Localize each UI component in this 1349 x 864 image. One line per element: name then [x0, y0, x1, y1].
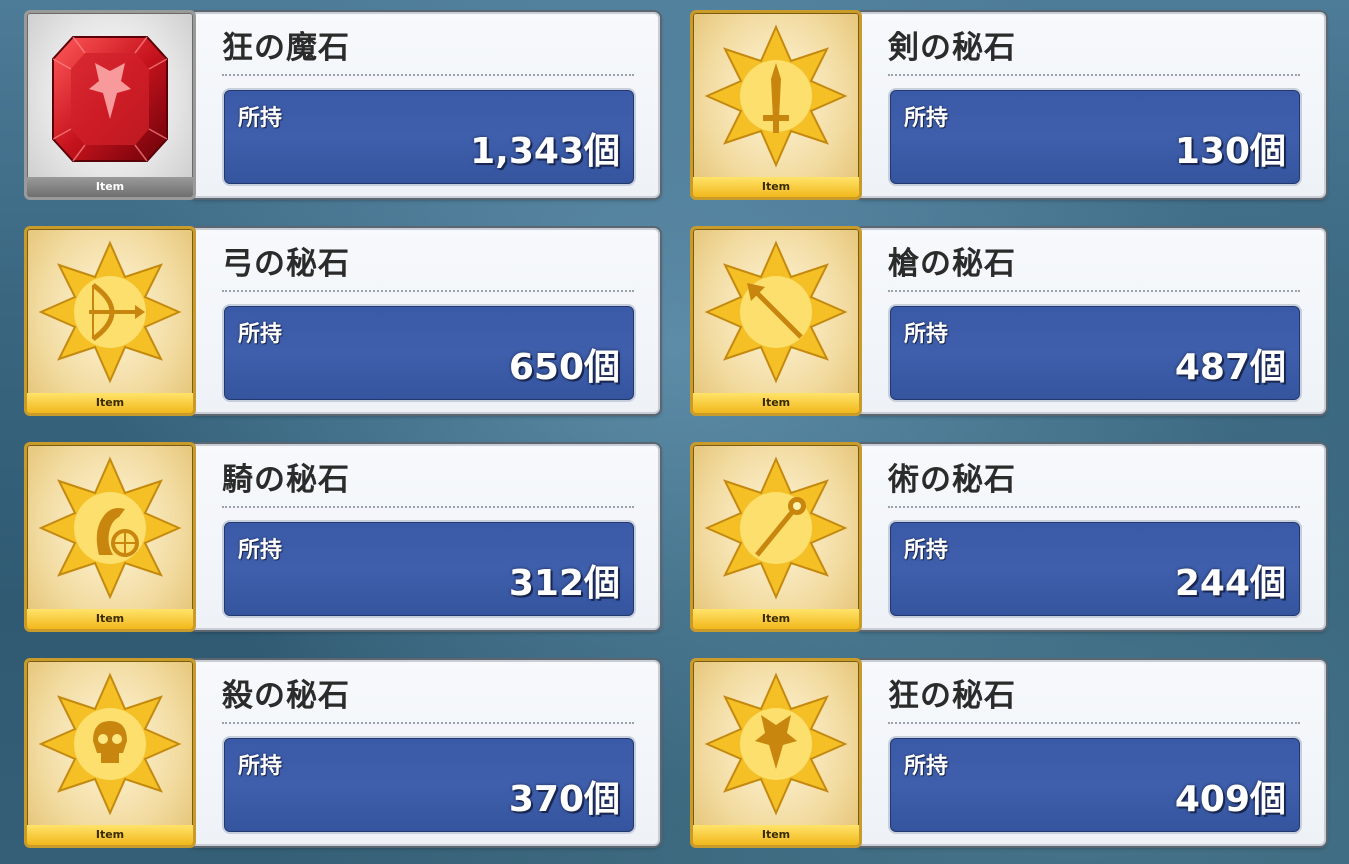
item-tag: Item — [693, 825, 859, 845]
owned-label: 所持 — [904, 754, 949, 779]
item-info-panel: 術の秘石 所持 244個 — [856, 444, 1326, 630]
item-name: 弓の秘石 — [222, 246, 350, 282]
item-icon-frame: Item — [690, 442, 862, 632]
rider-secret-gem-icon — [38, 456, 182, 600]
item-tag: Item — [27, 609, 193, 629]
item-count-box: 所持 650個 — [222, 304, 636, 402]
item-tag: Item — [27, 393, 193, 413]
divider — [888, 722, 1300, 724]
item-count-box: 所持 312個 — [222, 520, 636, 618]
item-name: 術の秘石 — [888, 462, 1016, 498]
owned-label: 所持 — [904, 538, 949, 563]
item-icon-frame: Item — [24, 658, 196, 848]
item-count-box: 所持 130個 — [888, 88, 1302, 186]
caster-secret-gem-icon — [704, 456, 848, 600]
lancer-secret-gem-icon — [704, 240, 848, 384]
saber-secret-gem-icon — [704, 24, 848, 168]
owned-label: 所持 — [238, 322, 283, 347]
item-name: 狂の魔石 — [222, 30, 350, 66]
owned-count: 130個 — [1174, 131, 1286, 172]
item-info-panel: 騎の秘石 所持 312個 — [190, 444, 660, 630]
owned-label: 所持 — [904, 322, 949, 347]
owned-label: 所持 — [904, 106, 949, 131]
owned-label: 所持 — [238, 538, 283, 563]
item-tag: Item — [693, 609, 859, 629]
item-count-box: 所持 1,343個 — [222, 88, 636, 186]
owned-count: 1,343個 — [470, 131, 620, 172]
owned-count: 650個 — [508, 347, 620, 388]
item-card[interactable]: Item 騎の秘石 所持 312個 — [24, 442, 664, 634]
item-info-panel: 槍の秘石 所持 487個 — [856, 228, 1326, 414]
item-info-panel: 狂の秘石 所持 409個 — [856, 660, 1326, 846]
item-list: Item 狂の魔石 所持 1,343個 Item 剣の秘石 所持 130個 It… — [0, 0, 1349, 864]
divider — [888, 74, 1300, 76]
divider — [888, 506, 1300, 508]
item-count-box: 所持 409個 — [888, 736, 1302, 834]
item-name: 狂の秘石 — [888, 678, 1016, 714]
owned-count: 244個 — [1174, 563, 1286, 604]
item-icon-frame: Item — [24, 226, 196, 416]
item-count-box: 所持 370個 — [222, 736, 636, 834]
item-card[interactable]: Item 弓の秘石 所持 650個 — [24, 226, 664, 418]
item-info-panel: 狂の魔石 所持 1,343個 — [190, 12, 660, 198]
assassin-secret-gem-icon — [38, 672, 182, 816]
divider — [222, 722, 634, 724]
item-name: 騎の秘石 — [222, 462, 350, 498]
owned-count: 312個 — [508, 563, 620, 604]
item-name: 剣の秘石 — [888, 30, 1016, 66]
item-icon-frame: Item — [24, 10, 196, 200]
item-tag: Item — [693, 393, 859, 413]
item-card[interactable]: Item 剣の秘石 所持 130個 — [690, 10, 1330, 202]
owned-label: 所持 — [238, 754, 283, 779]
item-info-panel: 弓の秘石 所持 650個 — [190, 228, 660, 414]
item-tag: Item — [27, 825, 193, 845]
item-count-box: 所持 487個 — [888, 304, 1302, 402]
divider — [222, 506, 634, 508]
owned-count: 487個 — [1174, 347, 1286, 388]
item-count-box: 所持 244個 — [888, 520, 1302, 618]
owned-label: 所持 — [238, 106, 283, 131]
item-icon-frame: Item — [690, 658, 862, 848]
item-name: 槍の秘石 — [888, 246, 1016, 282]
item-icon-frame: Item — [690, 10, 862, 200]
divider — [222, 74, 634, 76]
item-card[interactable]: Item 狂の魔石 所持 1,343個 — [24, 10, 664, 202]
divider — [222, 290, 634, 292]
item-tag: Item — [27, 177, 193, 197]
berserker-secret-gem-icon — [704, 672, 848, 816]
item-icon-frame: Item — [24, 442, 196, 632]
owned-count: 370個 — [508, 779, 620, 820]
item-info-panel: 剣の秘石 所持 130個 — [856, 12, 1326, 198]
divider — [888, 290, 1300, 292]
item-tag: Item — [693, 177, 859, 197]
archer-secret-gem-icon — [38, 240, 182, 384]
berserker-gem-icon — [52, 36, 168, 162]
item-card[interactable]: Item 殺の秘石 所持 370個 — [24, 658, 664, 850]
item-card[interactable]: Item 槍の秘石 所持 487個 — [690, 226, 1330, 418]
item-info-panel: 殺の秘石 所持 370個 — [190, 660, 660, 846]
item-card[interactable]: Item 術の秘石 所持 244個 — [690, 442, 1330, 634]
owned-count: 409個 — [1174, 779, 1286, 820]
item-card[interactable]: Item 狂の秘石 所持 409個 — [690, 658, 1330, 850]
item-name: 殺の秘石 — [222, 678, 350, 714]
item-icon-frame: Item — [690, 226, 862, 416]
